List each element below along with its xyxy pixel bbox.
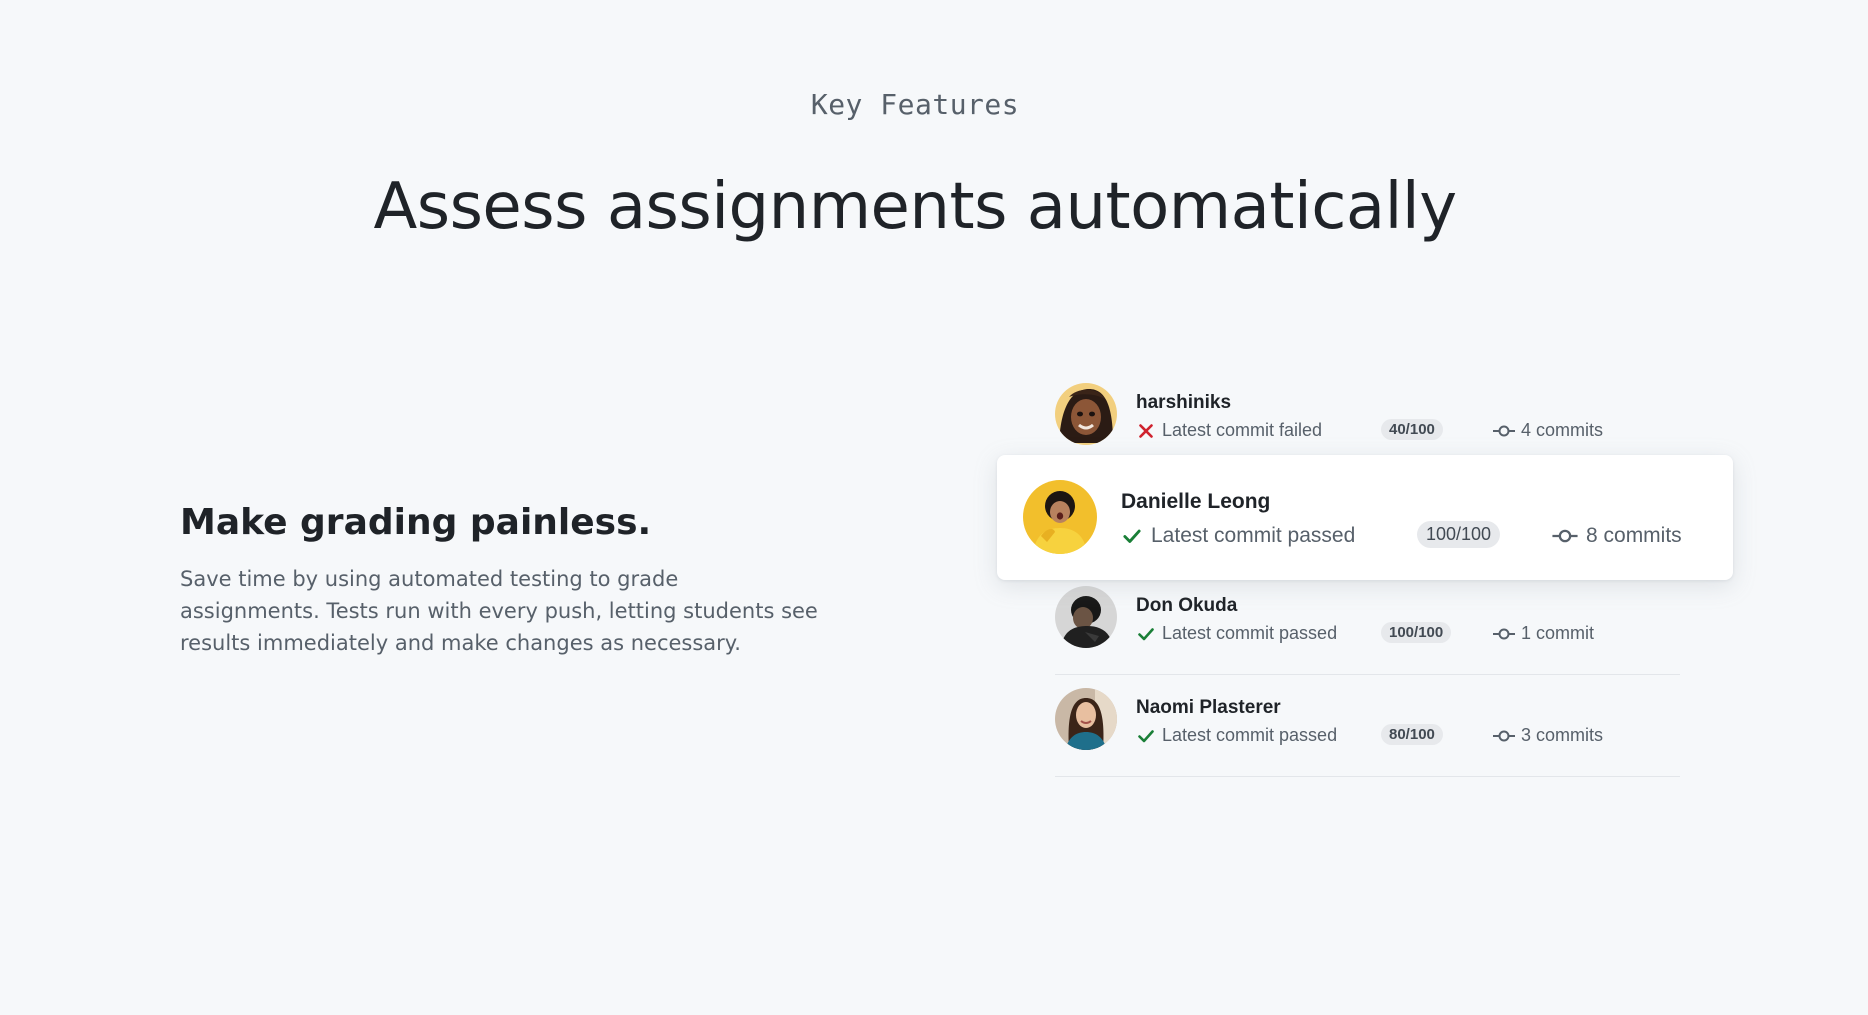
avatar bbox=[1055, 586, 1117, 648]
student-row-don-okuda: Don Okuda Latest commit passed 100/100 1… bbox=[1055, 573, 1680, 675]
git-commit-icon bbox=[1493, 628, 1515, 639]
avatar bbox=[1055, 688, 1117, 750]
student-row-naomi-plasterer: Naomi Plasterer Latest commit passed 80/… bbox=[1055, 675, 1680, 777]
check-icon bbox=[1123, 529, 1141, 543]
git-commit-icon bbox=[1493, 425, 1515, 436]
student-name: Danielle Leong bbox=[1121, 490, 1271, 513]
check-icon bbox=[1138, 627, 1154, 640]
commit-status-text: Latest commit passed bbox=[1162, 623, 1338, 643]
score-badge: 100/100 bbox=[1381, 622, 1452, 643]
commit-status-text: Latest commit passed bbox=[1162, 725, 1338, 745]
commit-count-text: 1 commit bbox=[1521, 623, 1595, 643]
commit-status: Latest commit failed bbox=[1136, 420, 1322, 441]
commit-status-text: Latest commit passed bbox=[1151, 524, 1356, 547]
avatar bbox=[1023, 480, 1097, 554]
git-commit-icon bbox=[1552, 529, 1578, 543]
student-card-danielle-leong[interactable]: Danielle Leong Latest commit passed 100/… bbox=[997, 455, 1733, 580]
commit-count-text: 8 commits bbox=[1586, 524, 1682, 547]
key-features-section: Key Features Assess assignments automati… bbox=[0, 0, 1868, 1015]
section-headline: Assess assignments automatically bbox=[373, 170, 1457, 244]
student-name: Don Okuda bbox=[1136, 595, 1238, 616]
commit-count-text: 3 commits bbox=[1521, 725, 1604, 745]
commit-status: Latest commit passed bbox=[1121, 524, 1355, 548]
git-commit-icon bbox=[1493, 730, 1515, 741]
score-badge: 40/100 bbox=[1381, 419, 1443, 440]
commit-count[interactable]: 3 commits bbox=[1493, 725, 1603, 746]
avatar bbox=[1055, 383, 1117, 445]
student-name: harshiniks bbox=[1136, 392, 1232, 413]
score-badge: 100/100 bbox=[1417, 521, 1501, 548]
student-name: Naomi Plasterer bbox=[1136, 697, 1281, 718]
commit-status: Latest commit passed bbox=[1136, 623, 1337, 644]
commit-count[interactable]: 1 commit bbox=[1493, 623, 1594, 644]
commit-count-text: 4 commits bbox=[1521, 420, 1604, 440]
feature-description: Save time by using automated testing to … bbox=[180, 567, 818, 655]
feature-title: Make grading painless. bbox=[180, 502, 652, 543]
score-badge: 80/100 bbox=[1381, 724, 1443, 745]
x-icon bbox=[1139, 423, 1153, 438]
commit-status: Latest commit passed bbox=[1136, 725, 1337, 746]
commit-status-text: Latest commit failed bbox=[1162, 420, 1323, 440]
commit-count[interactable]: 8 commits bbox=[1552, 524, 1682, 548]
section-eyebrow: Key Features bbox=[810, 88, 1020, 121]
commit-count[interactable]: 4 commits bbox=[1493, 420, 1603, 441]
check-icon bbox=[1138, 729, 1154, 742]
